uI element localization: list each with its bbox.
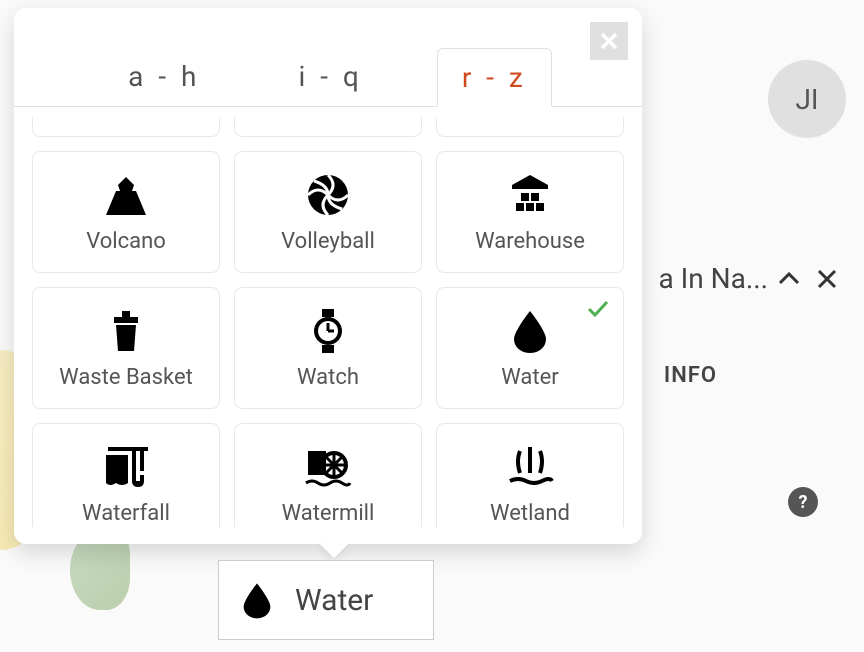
icon-cell-waterfall[interactable]: Waterfall [32, 423, 220, 527]
popup-arrow [320, 530, 348, 558]
cell-label: Volleyball [281, 229, 375, 254]
avatar[interactable]: JI [768, 60, 846, 138]
cell-label: Watermill [282, 501, 375, 526]
icon-cell-watermill[interactable]: Watermill [234, 423, 422, 527]
avatar-initials: JI [795, 83, 818, 116]
watermill-icon [304, 443, 352, 491]
icon-cell-watch[interactable]: Watch [234, 287, 422, 409]
waste-basket-icon [102, 307, 150, 355]
tab-i-q[interactable]: i - q [274, 48, 386, 106]
close-icon[interactable] [816, 268, 838, 290]
cell-stub[interactable] [32, 117, 220, 137]
help-icon[interactable]: ? [788, 487, 818, 517]
tab-a-h[interactable]: a - h [104, 48, 224, 106]
selected-label: Water [295, 583, 373, 618]
check-icon [587, 300, 609, 318]
icon-cell-waste-basket[interactable]: Waste Basket [32, 287, 220, 409]
cell-label: Watch [297, 365, 359, 390]
selected-icon-display[interactable]: Water [218, 560, 434, 640]
tab-r-z[interactable]: r - z [437, 48, 552, 107]
cell-label: Warehouse [475, 229, 585, 254]
volcano-icon [102, 171, 150, 219]
watch-icon [304, 307, 352, 355]
cell-label: Waterfall [82, 501, 170, 526]
water-icon [506, 307, 554, 355]
waterfall-icon [102, 443, 150, 491]
collapse-icon[interactable] [778, 272, 800, 286]
volleyball-icon [304, 171, 352, 219]
cell-stub[interactable] [436, 117, 624, 137]
icon-grid-container: Volcano Volleyball Warehouse Waste Baske… [14, 107, 642, 527]
icon-cell-volcano[interactable]: Volcano [32, 151, 220, 273]
cell-stub[interactable] [234, 117, 422, 137]
icon-cell-volleyball[interactable]: Volleyball [234, 151, 422, 273]
water-icon [237, 580, 277, 620]
cell-label: Water [501, 365, 558, 390]
alphabet-tabs: a - h i - q r - z [14, 8, 642, 107]
partial-previous-row [32, 117, 624, 137]
tab-info[interactable]: INFO [664, 363, 717, 388]
background-title: a In Na... [658, 262, 768, 295]
icon-cell-wetland[interactable]: Wetland [436, 423, 624, 527]
cell-label: Volcano [86, 229, 166, 254]
icon-cell-warehouse[interactable]: Warehouse [436, 151, 624, 273]
cell-label: Wetland [490, 501, 570, 526]
background-panel-header: a In Na... [658, 262, 838, 295]
warehouse-icon [506, 171, 554, 219]
cell-label: Waste Basket [59, 365, 193, 390]
icon-cell-water[interactable]: Water [436, 287, 624, 409]
wetland-icon [506, 443, 554, 491]
icon-picker-popup: a - h i - q r - z Volcano Volleyball [14, 8, 642, 544]
icon-grid: Volcano Volleyball Warehouse Waste Baske… [32, 151, 624, 527]
